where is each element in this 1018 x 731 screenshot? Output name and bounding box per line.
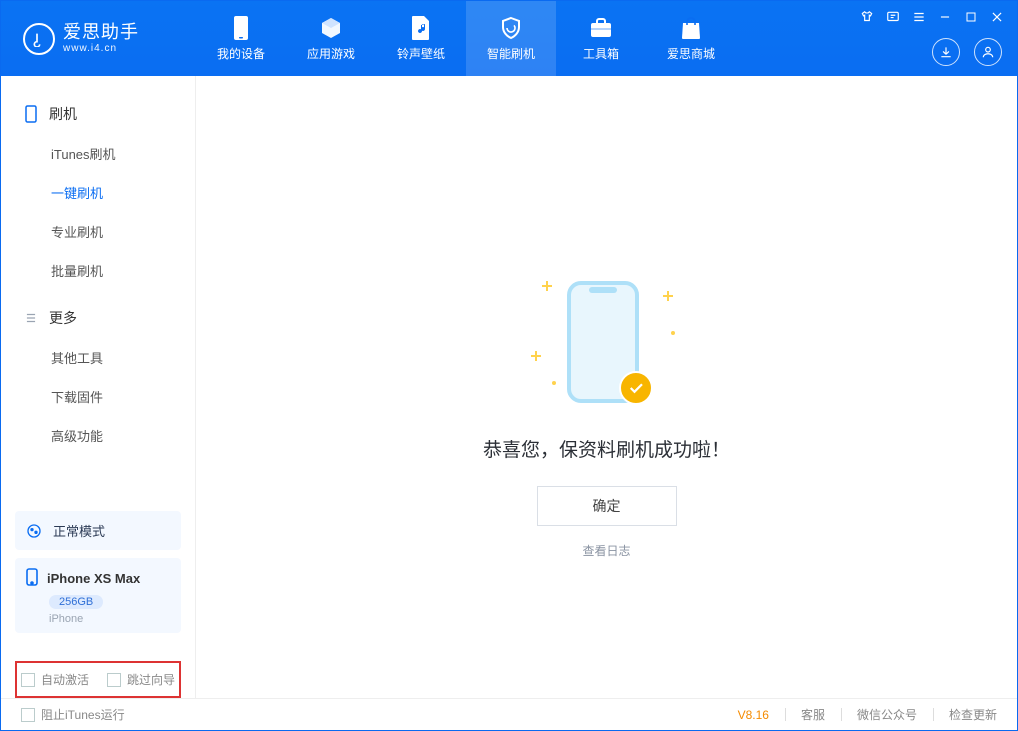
support-link[interactable]: 客服 — [785, 706, 825, 723]
bag-icon — [679, 16, 703, 40]
tshirt-icon[interactable] — [859, 9, 875, 25]
mode-icon — [25, 522, 43, 540]
success-message: 恭喜您，保资料刷机成功啦！ — [483, 435, 730, 462]
sidebar-item-pro-flash[interactable]: 专业刷机 — [1, 212, 195, 251]
nav-my-device[interactable]: 我的设备 — [196, 1, 286, 76]
skip-wizard-label: 跳过向导 — [127, 671, 175, 688]
sidebar-bottom: 正常模式 iPhone XS Max 256GB iPhone 自动激活 跳过向… — [1, 503, 195, 698]
sidebar-item-advanced[interactable]: 高级功能 — [1, 416, 195, 455]
check-update-link[interactable]: 检查更新 — [933, 706, 997, 723]
shield-refresh-icon — [499, 16, 523, 40]
sidebar-item-one-key-flash[interactable]: 一键刷机 — [1, 173, 195, 212]
mode-label: 正常模式 — [53, 521, 105, 540]
wechat-link[interactable]: 微信公众号 — [841, 706, 917, 723]
highlighted-options: 自动激活 跳过向导 — [15, 661, 181, 698]
device-card[interactable]: iPhone XS Max 256GB iPhone — [15, 558, 181, 633]
auto-activate-label: 自动激活 — [41, 671, 89, 688]
mode-card[interactable]: 正常模式 — [15, 511, 181, 550]
phone-icon — [229, 16, 253, 40]
music-file-icon — [409, 16, 433, 40]
sidebar-item-download-fw[interactable]: 下载固件 — [1, 377, 195, 416]
nav-toolbox-label: 工具箱 — [583, 45, 619, 62]
dot-icon — [671, 331, 675, 335]
sidebar-group-flash[interactable]: 刷机 — [1, 94, 195, 134]
success-illustration — [537, 271, 677, 411]
user-button[interactable] — [974, 38, 1002, 66]
header: 爱思助手 www.i4.cn 我的设备 应用游戏 铃声壁纸 智能刷机 — [1, 1, 1017, 76]
device-small-icon — [25, 568, 39, 589]
nav-ringtones[interactable]: 铃声壁纸 — [376, 1, 466, 76]
sidebar: 刷机 iTunes刷机 一键刷机 专业刷机 批量刷机 更多 其他工具 下载固件 … — [1, 76, 196, 698]
device-capacity: 256GB — [49, 595, 103, 609]
device-name: iPhone XS Max — [47, 571, 140, 586]
body: 刷机 iTunes刷机 一键刷机 专业刷机 批量刷机 更多 其他工具 下载固件 … — [1, 76, 1017, 698]
version-label: V8.16 — [738, 708, 769, 722]
nav-store[interactable]: 爱思商城 — [646, 1, 736, 76]
footer: 阻止iTunes运行 V8.16 客服 微信公众号 检查更新 — [1, 698, 1017, 730]
nav-smart-flash[interactable]: 智能刷机 — [466, 1, 556, 76]
auto-activate-checkbox[interactable] — [21, 673, 35, 687]
main-content: 恭喜您，保资料刷机成功啦！ 确定 查看日志 — [196, 76, 1017, 698]
list-icon — [23, 310, 39, 326]
sidebar-group-flash-label: 刷机 — [49, 104, 77, 124]
ok-button[interactable]: 确定 — [537, 486, 677, 526]
sidebar-item-itunes-flash[interactable]: iTunes刷机 — [1, 134, 195, 173]
sidebar-group-more[interactable]: 更多 — [1, 298, 195, 338]
nav-apps[interactable]: 应用游戏 — [286, 1, 376, 76]
sidebar-item-batch-flash[interactable]: 批量刷机 — [1, 251, 195, 290]
nav-my-device-label: 我的设备 — [217, 45, 265, 62]
top-nav: 我的设备 应用游戏 铃声壁纸 智能刷机 工具箱 爱思商城 — [196, 1, 736, 76]
view-log-link[interactable]: 查看日志 — [582, 542, 630, 559]
device-type: iPhone — [49, 613, 171, 625]
app-subtitle: www.i4.cn — [63, 43, 139, 54]
menu-icon[interactable] — [911, 9, 927, 25]
sidebar-group-more-label: 更多 — [49, 308, 77, 328]
skip-wizard-checkbox[interactable] — [107, 673, 121, 687]
app-title: 爱思助手 — [63, 23, 139, 43]
sparkle-icon — [531, 351, 541, 361]
nav-toolbox[interactable]: 工具箱 — [556, 1, 646, 76]
block-itunes-label: 阻止iTunes运行 — [41, 706, 125, 723]
sidebar-item-other-tools[interactable]: 其他工具 — [1, 338, 195, 377]
cube-icon — [319, 16, 343, 40]
dot-icon — [552, 381, 556, 385]
minimize-icon[interactable] — [937, 9, 953, 25]
download-button[interactable] — [932, 38, 960, 66]
nav-ringtones-label: 铃声壁纸 — [397, 45, 445, 62]
app-window: 爱思助手 www.i4.cn 我的设备 应用游戏 铃声壁纸 智能刷机 — [0, 0, 1018, 731]
feedback-icon[interactable] — [885, 9, 901, 25]
close-icon[interactable] — [989, 9, 1005, 25]
toolbox-icon — [589, 16, 613, 40]
sparkle-icon — [542, 281, 552, 291]
nav-apps-label: 应用游戏 — [307, 45, 355, 62]
block-itunes-checkbox[interactable] — [21, 708, 35, 722]
titlebar-controls — [859, 9, 1005, 25]
nav-store-label: 爱思商城 — [667, 45, 715, 62]
logo[interactable]: 爱思助手 www.i4.cn — [1, 23, 196, 55]
logo-mark-icon — [23, 23, 55, 55]
sparkle-icon — [663, 291, 673, 301]
check-badge-icon — [619, 371, 653, 405]
header-right-buttons — [932, 38, 1002, 66]
maximize-icon[interactable] — [963, 9, 979, 25]
device-icon — [23, 106, 39, 122]
nav-smart-flash-label: 智能刷机 — [487, 45, 535, 62]
